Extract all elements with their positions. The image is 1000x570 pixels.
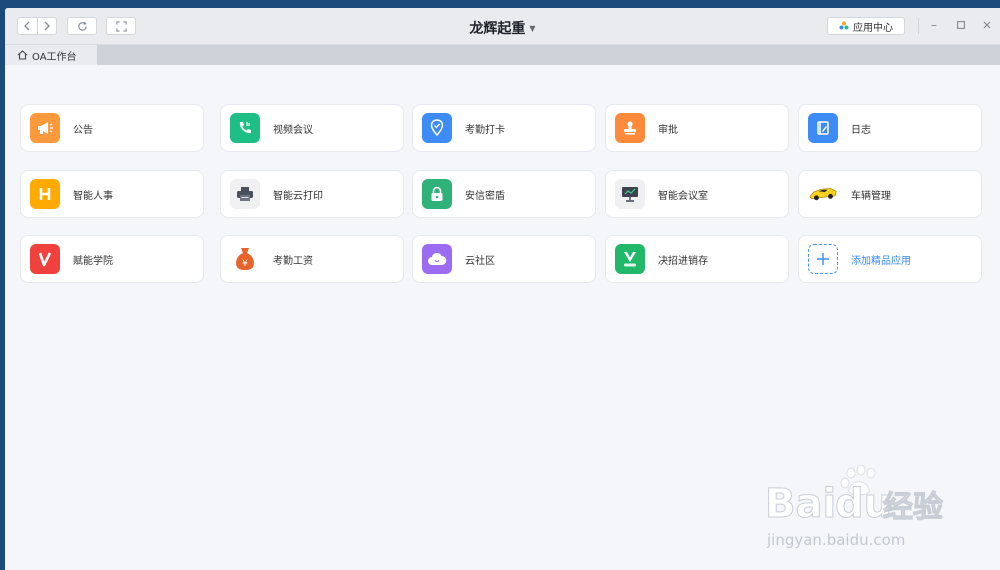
app-center-button[interactable]: 应用中心: [827, 17, 905, 35]
title-bar: 龙辉起重 ▼ 应用中心 –: [5, 8, 1000, 45]
app-card-anxin-shield[interactable]: 安信密盾: [412, 170, 596, 218]
app-label: 决招进销存: [658, 255, 708, 267]
app-card-academy[interactable]: 赋能学院: [20, 235, 204, 283]
caret-down-icon: ▼: [529, 24, 536, 33]
app-card-attendance-salary[interactable]: ¥ 考勤工资: [220, 235, 404, 283]
close-icon: [983, 21, 991, 29]
app-label: 日志: [851, 124, 871, 136]
v-logo-icon: [30, 244, 60, 274]
watermark-brand-a: Bai: [765, 481, 836, 527]
app-label: 视频会议: [273, 124, 313, 136]
printer-icon: [230, 179, 260, 209]
divider: [918, 18, 919, 34]
money-bag-icon: ¥: [230, 244, 260, 274]
app-card-cloud-community[interactable]: 云社区: [412, 235, 596, 283]
monitor-icon: [615, 179, 645, 209]
notebook-icon: [808, 113, 838, 143]
home-icon: [17, 50, 28, 60]
svg-text:¥: ¥: [242, 259, 248, 269]
tab-oa-workbench[interactable]: OA工作台: [5, 45, 97, 65]
plus-icon: [808, 244, 838, 274]
org-name: 龙辉起重: [469, 21, 526, 37]
location-pin-icon: [422, 113, 452, 143]
add-app-button[interactable]: 添加精品应用: [798, 235, 982, 283]
watermark-brand-c: 经验: [883, 490, 943, 525]
stamp-icon: [615, 113, 645, 143]
app-label: 智能云打印: [273, 190, 323, 202]
app-card-log[interactable]: 日志: [798, 104, 982, 152]
app-label: 考勤工资: [273, 255, 313, 267]
app-label: 赋能学院: [73, 255, 113, 267]
hr-h-icon: [30, 179, 60, 209]
app-card-inventory[interactable]: 决招进销存: [605, 235, 789, 283]
app-card-meeting-room[interactable]: 智能会议室: [605, 170, 789, 218]
app-label: 审批: [658, 124, 678, 136]
app-card-smart-hr[interactable]: 智能人事: [20, 170, 204, 218]
app-card-attendance[interactable]: 考勤打卡: [412, 104, 596, 152]
app-label: 智能人事: [73, 190, 113, 202]
app-label: 云社区: [465, 255, 495, 267]
baidu-watermark: Bai du 经验 jingyan.baidu.com: [765, 464, 975, 555]
lock-icon: [422, 179, 452, 209]
app-card-approval[interactable]: 审批: [605, 104, 789, 152]
app-card-announcement[interactable]: 公告: [20, 104, 204, 152]
app-label: 考勤打卡: [465, 124, 505, 136]
tab-bar: OA工作台: [5, 45, 1000, 65]
app-card-vehicle[interactable]: 车辆管理: [798, 170, 982, 218]
app-label: 公告: [73, 124, 93, 136]
phone-icon: [230, 113, 260, 143]
cloud-icon: [422, 244, 452, 274]
car-icon: [808, 179, 838, 209]
app-label: 车辆管理: [851, 190, 891, 202]
watermark-url: jingyan.baidu.com: [766, 531, 905, 549]
megaphone-icon: [30, 113, 60, 143]
app-center-icon: [839, 21, 849, 30]
add-app-label: 添加精品应用: [851, 255, 911, 267]
tab-label: OA工作台: [32, 51, 77, 63]
minimize-button[interactable]: –: [926, 18, 942, 32]
app-label: 安信密盾: [465, 190, 505, 202]
close-button[interactable]: [979, 18, 995, 32]
v-badge-icon: [615, 244, 645, 274]
app-label: 智能会议室: [658, 190, 708, 202]
maximize-icon: [957, 21, 965, 29]
app-center-label: 应用中心: [853, 22, 893, 34]
maximize-button[interactable]: [953, 18, 969, 32]
app-card-cloud-print[interactable]: 智能云打印: [220, 170, 404, 218]
app-card-video-meeting[interactable]: 视频会议: [220, 104, 404, 152]
